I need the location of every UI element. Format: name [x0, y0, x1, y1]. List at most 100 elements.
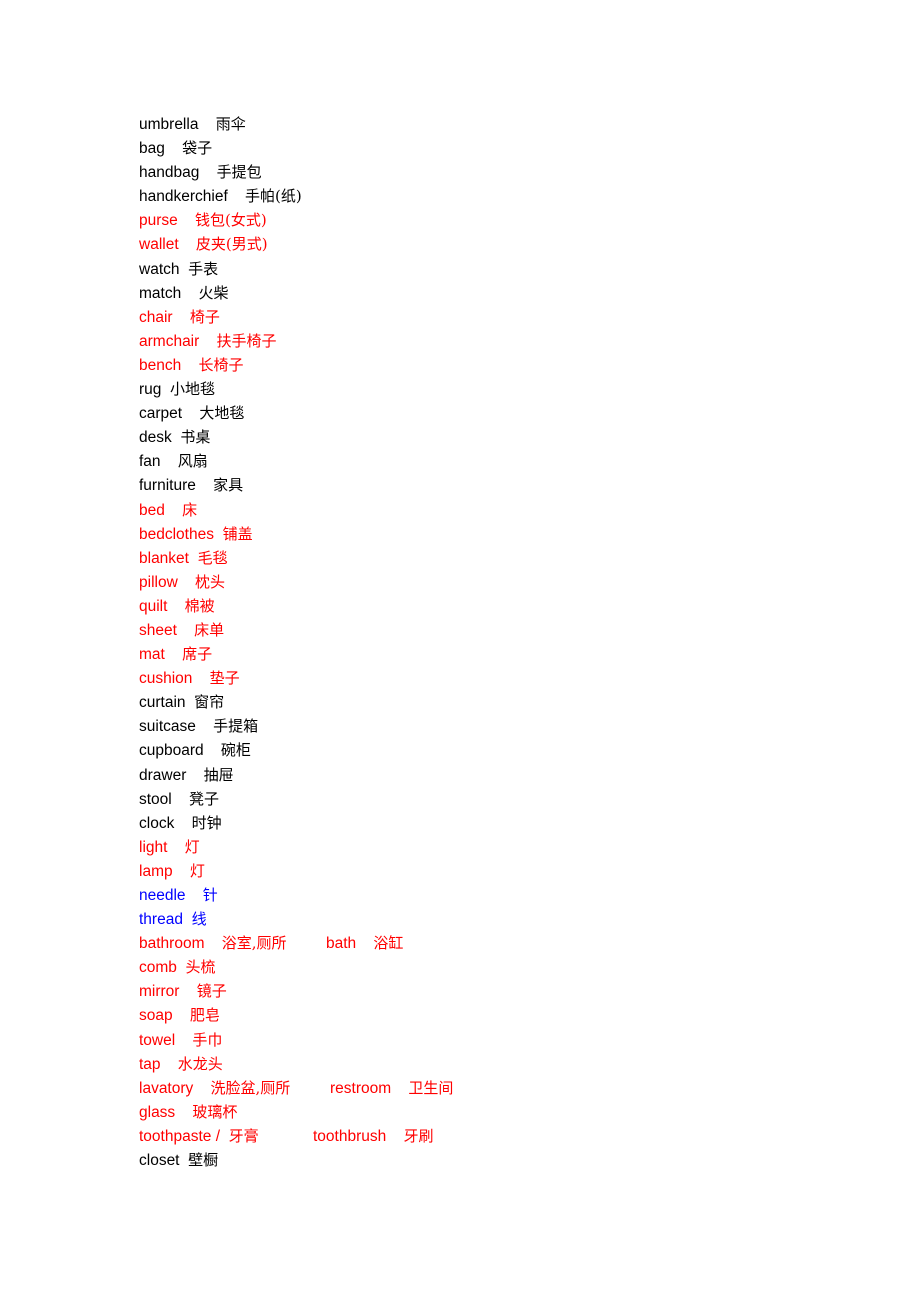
english-word: light: [139, 838, 168, 856]
vocab-entry: wallet 皮夹(男式): [139, 232, 302, 256]
chinese-translation: 玻璃杯: [192, 1102, 238, 1121]
separator: [165, 502, 182, 519]
english-word: armchair: [139, 332, 200, 350]
english-word: watch: [139, 260, 180, 278]
separator: [172, 791, 189, 808]
english-word: bed: [139, 501, 165, 519]
vocab-entry: toothpaste / 牙膏 toothbrush 牙刷: [139, 1124, 434, 1148]
english-word: rug: [139, 381, 162, 399]
english-word: curtain: [139, 694, 186, 712]
english-word: cupboard: [139, 742, 204, 760]
english-word: comb: [139, 959, 177, 977]
separator: [204, 935, 221, 952]
separator: [182, 405, 199, 422]
vocab-entry: closet 壁橱: [139, 1148, 302, 1172]
chinese-translation: 大地毯: [199, 404, 245, 423]
chinese-translation: 线: [191, 910, 207, 929]
english-word: furniture: [139, 477, 196, 495]
separator: [183, 911, 192, 928]
vocab-entry: umbrella 雨伞: [139, 112, 302, 136]
chinese-translation: 家具: [213, 476, 244, 495]
chinese-translation: 肥皂: [189, 1006, 220, 1025]
chinese-translation: 火柴: [198, 283, 229, 302]
second-vocab-pair: restroom 卫生间: [330, 1076, 453, 1101]
english-word: toothbrush: [313, 1127, 387, 1145]
vocab-entry: cushion 垫子: [139, 666, 302, 690]
english-word: clock: [139, 814, 175, 832]
vocab-entry: desk 书桌: [139, 425, 302, 449]
vocab-entry: handkerchief 手帕(纸): [139, 184, 302, 208]
vocab-entry: comb 头梳: [139, 955, 302, 979]
english-word: umbrella: [139, 116, 199, 133]
vocab-entry: soap 肥皂: [139, 1003, 302, 1027]
separator: [220, 1128, 229, 1145]
chinese-translation: 椅子: [189, 307, 220, 326]
vocab-entry: pillow 枕头: [139, 570, 302, 594]
second-vocab-pair: bath 浴缸: [326, 931, 403, 956]
chinese-translation: 皮夹(男式): [195, 235, 268, 254]
english-word: mat: [139, 646, 165, 664]
chinese-translation: 席子: [182, 645, 213, 664]
vocab-entry: bedclothes 铺盖: [139, 522, 302, 546]
chinese-translation: 铺盖: [222, 524, 253, 543]
english-word: quilt: [139, 597, 168, 615]
separator: [178, 574, 195, 591]
separator: [193, 1080, 210, 1097]
chinese-translation: 棉被: [184, 596, 215, 615]
english-word: handbag: [139, 164, 200, 182]
chinese-translation: 床: [182, 500, 198, 519]
vocab-entry: bag 袋子: [139, 136, 302, 160]
vocabulary-list: umbrella 雨伞 bag 袋子 handbag 手提包 handkerchief…: [139, 112, 453, 1172]
vocab-entry: handbag 手提包: [139, 160, 302, 184]
separator: [177, 622, 194, 639]
vocab-entry: curtain 窗帘: [139, 690, 302, 714]
english-word: desk: [139, 429, 172, 447]
english-word: pillow: [139, 573, 178, 591]
separator: [161, 453, 178, 470]
separator: [167, 598, 184, 615]
english-word: match: [139, 284, 182, 302]
english-word: closet: [139, 1152, 180, 1170]
english-word: glass: [139, 1103, 176, 1121]
separator: [167, 839, 184, 856]
separator: [386, 1128, 403, 1145]
separator: [214, 526, 223, 543]
chinese-translation: 书桌: [180, 428, 211, 447]
chinese-translation: 牙刷: [403, 1126, 434, 1145]
chinese-translation: 洗脸盆,厕所: [210, 1078, 291, 1097]
separator: [186, 767, 203, 784]
vocab-entry: lamp 灯: [139, 859, 302, 883]
chinese-translation: 小地毯: [170, 380, 216, 399]
chinese-translation: 扶手椅子: [216, 331, 277, 350]
separator: [174, 815, 191, 832]
chinese-translation: 镜子: [196, 982, 227, 1001]
separator: [180, 1152, 189, 1169]
vocab-entry: stool 凳子: [139, 787, 302, 811]
vocab-entry: bed 床: [139, 498, 302, 522]
chinese-translation: 浴室,厕所: [221, 934, 287, 953]
vocab-entry: purse 钱包(女式): [139, 208, 302, 232]
chinese-translation: 灯: [189, 861, 205, 880]
separator: [161, 1056, 178, 1073]
english-word: lavatory: [139, 1079, 194, 1097]
separator: [186, 694, 195, 711]
separator: [198, 116, 215, 133]
english-word: bedclothes: [139, 525, 214, 543]
vocab-entry: match 火柴: [139, 281, 302, 305]
vocab-entry: mat 席子: [139, 642, 302, 666]
separator: [196, 718, 213, 735]
vocab-entry: watch 手表: [139, 257, 302, 281]
english-word: restroom: [330, 1079, 392, 1097]
vocab-entry: chair 椅子: [139, 305, 302, 329]
english-word: towel: [139, 1031, 176, 1049]
vocab-entry: drawer 抽屉: [139, 763, 302, 787]
vocab-entry: sheet 床单: [139, 618, 302, 642]
english-word: wallet: [139, 236, 179, 254]
separator: [228, 188, 245, 205]
separator: [165, 140, 182, 157]
chinese-translation: 抽屉: [203, 765, 234, 784]
vocab-entry: needle 针: [139, 883, 302, 907]
chinese-translation: 碗柜: [220, 741, 251, 760]
separator: [192, 670, 209, 687]
vocab-entry: lavatory 洗脸盆,厕所 restroom 卫生间: [139, 1076, 453, 1100]
